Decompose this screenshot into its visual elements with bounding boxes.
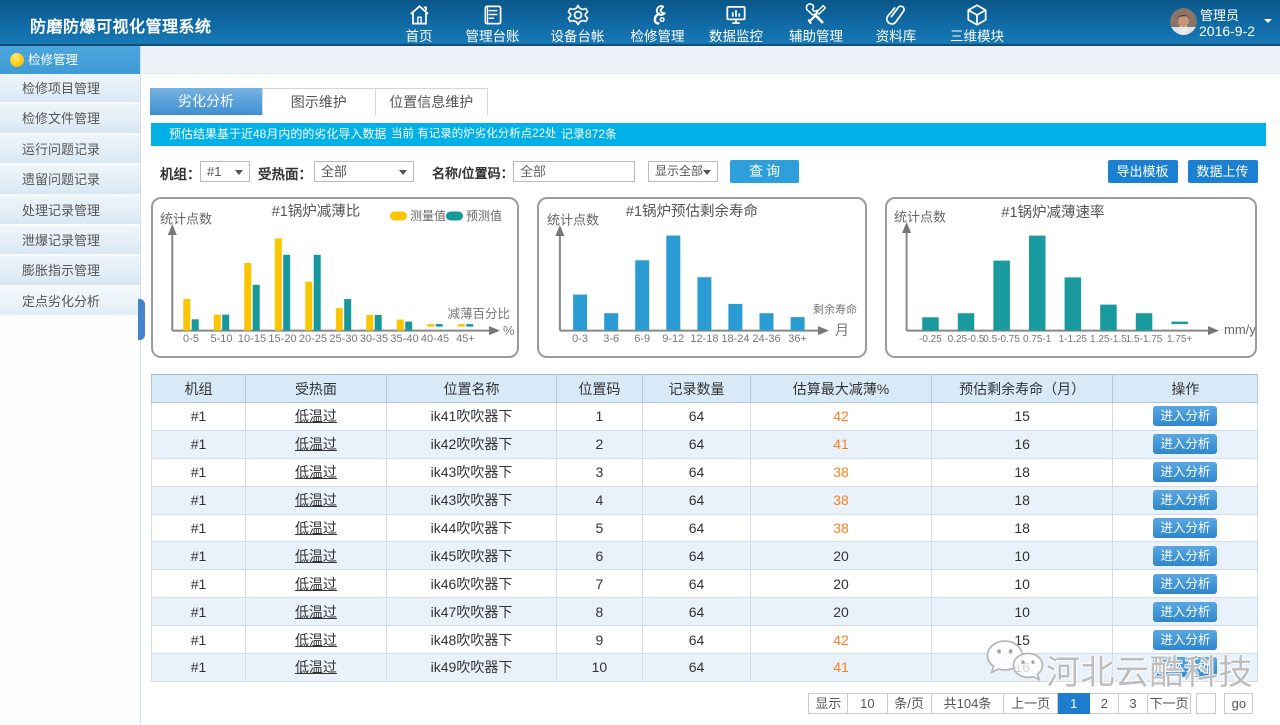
svg-text:%: % [503, 323, 515, 338]
svg-text:0.5-0.75: 0.5-0.75 [983, 334, 1020, 345]
svg-text:35-40: 35-40 [390, 333, 418, 345]
svg-text:#1锅炉预估剩余寿命: #1锅炉预估剩余寿命 [625, 202, 758, 220]
svg-text:统计点数: 统计点数 [547, 213, 599, 228]
svg-text:1.25-1.5: 1.25-1.5 [1090, 334, 1127, 345]
svg-text:12-18: 12-18 [690, 333, 718, 345]
svg-text:1.5-1.75: 1.5-1.75 [1126, 334, 1163, 345]
svg-text:45+: 45+ [456, 333, 475, 345]
svg-text:24-36: 24-36 [752, 333, 780, 345]
svg-text:#1锅炉减薄速率: #1锅炉减薄速率 [1001, 204, 1104, 221]
svg-text:减薄百分比: 减薄百分比 [447, 306, 510, 321]
svg-text:#1锅炉减薄比: #1锅炉减薄比 [272, 203, 361, 220]
svg-text:mm/y: mm/y [1224, 322, 1256, 337]
svg-text:统计点数: 统计点数 [894, 210, 946, 225]
svg-text:剩余寿命: 剩余寿命 [813, 302, 857, 316]
svg-text:1.75+: 1.75+ [1167, 334, 1192, 345]
svg-text:30-35: 30-35 [360, 333, 388, 345]
svg-text:18-24: 18-24 [721, 333, 749, 345]
svg-text:10-15: 10-15 [238, 333, 266, 345]
svg-text:月: 月 [835, 322, 849, 338]
svg-text:0.75-1: 0.75-1 [1023, 334, 1052, 345]
svg-text:15-20: 15-20 [268, 333, 296, 345]
svg-text:20-25: 20-25 [299, 333, 327, 345]
svg-text:预测值: 预测值 [466, 208, 502, 223]
svg-text:统计点数: 统计点数 [160, 212, 212, 227]
svg-text:36+: 36+ [788, 333, 807, 345]
svg-text:0.25-0.5: 0.25-0.5 [948, 334, 985, 345]
svg-text:9-12: 9-12 [662, 333, 684, 345]
svg-text:1-1.25: 1-1.25 [1059, 334, 1088, 345]
svg-text:6-9: 6-9 [634, 333, 650, 345]
svg-text:5-10: 5-10 [210, 333, 232, 345]
svg-text:-0.25: -0.25 [919, 334, 942, 345]
svg-text:0-3: 0-3 [572, 333, 588, 345]
svg-text:0-5: 0-5 [183, 333, 199, 345]
svg-text:测量值: 测量值 [410, 208, 446, 223]
svg-text:40-45: 40-45 [421, 333, 449, 345]
svg-text:25-30: 25-30 [329, 333, 357, 345]
svg-text:3-6: 3-6 [603, 333, 619, 345]
